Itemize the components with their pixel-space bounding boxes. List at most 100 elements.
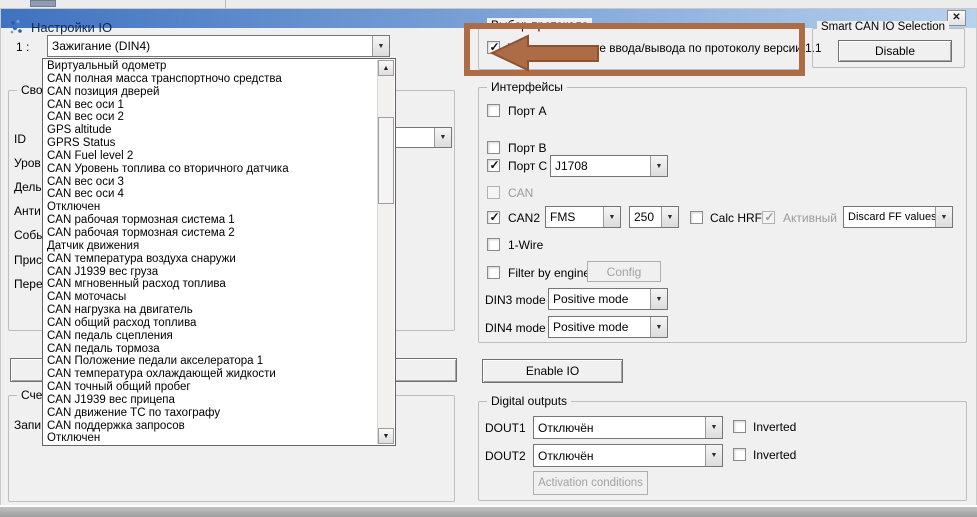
list-item[interactable]: CAN температура охлаждающей жидкости	[44, 368, 376, 381]
din3-mode-value: Positive mode	[549, 292, 650, 306]
list-item[interactable]: CAN вес оси 1	[44, 99, 376, 112]
list-item[interactable]: CAN J1939 вес прицепа	[44, 394, 376, 407]
list-item[interactable]: CAN моточасы	[44, 291, 376, 304]
app-icon	[10, 19, 28, 34]
list-item[interactable]: CAN педаль тормоза	[44, 343, 376, 356]
din4-mode-combobox[interactable]: Positive mode	[548, 316, 668, 338]
can2-protocol-value: FMS	[546, 210, 603, 224]
list-item[interactable]: CAN общий расход топлива	[44, 317, 376, 330]
list-item[interactable]: CAN точный общий пробег	[44, 381, 376, 394]
port-c-checkbox[interactable]	[487, 159, 500, 172]
list-item[interactable]: CAN педаль сцепления	[44, 330, 376, 343]
ff-values-combobox[interactable]: Discard FF values	[843, 206, 953, 228]
chevron-down-icon[interactable]	[650, 317, 667, 337]
dout2-value: Отключён	[534, 449, 705, 463]
list-item[interactable]: CAN поддержка запросов	[44, 420, 376, 433]
screen: Настройки IO ✕ Свой ID Уров Дель Анти Со…	[0, 0, 977, 517]
enable-io-button[interactable]: Enable IO	[482, 359, 623, 383]
chevron-down-icon[interactable]	[434, 128, 451, 147]
digital-outputs-caption: Digital outputs	[487, 394, 571, 408]
chevron-down-icon[interactable]	[650, 156, 667, 176]
chevron-down-icon[interactable]	[650, 289, 667, 309]
protocol-v11-checkbox[interactable]	[487, 41, 500, 54]
list-item[interactable]: CAN нагрузка на двигатель	[44, 304, 376, 317]
can-checkbox	[487, 186, 500, 199]
chevron-down-icon[interactable]	[705, 445, 722, 466]
list-item[interactable]: CAN вес оси 4	[44, 188, 376, 201]
can2-speed-value: 250	[630, 210, 661, 224]
chevron-down-icon[interactable]	[661, 207, 678, 227]
dout2-inverted-label: Inverted	[753, 448, 796, 462]
scroll-down-icon[interactable]	[378, 428, 394, 444]
field-label-id: ID	[14, 132, 26, 146]
list-item[interactable]: CAN мгновенный расход топлива	[44, 278, 376, 291]
port-b-label: Порт B	[508, 141, 547, 155]
dout2-inverted-checkbox[interactable]	[733, 448, 746, 461]
dout1-combobox[interactable]: Отключён	[533, 416, 723, 439]
dout2-combobox[interactable]: Отключён	[533, 444, 723, 467]
list-item[interactable]: CAN вес оси 2	[44, 111, 376, 124]
list-item[interactable]: CAN полная масса транспортночо средства	[44, 73, 376, 86]
calc-hrfc-checkbox[interactable]	[690, 211, 703, 224]
scroll-up-icon[interactable]	[378, 60, 394, 76]
active-checkbox	[762, 211, 775, 224]
activation-conditions-button: Activation conditions	[533, 471, 648, 495]
list-item[interactable]: CAN J1939 вес груза	[44, 266, 376, 279]
one-wire-label: 1-Wire	[508, 238, 543, 252]
list-item[interactable]: GPRS Status	[44, 137, 376, 150]
list-item[interactable]: GPS altitude	[44, 124, 376, 137]
dropdown-scrollbar[interactable]	[377, 60, 394, 444]
io-source-value: Зажигание (DIN4)	[48, 39, 372, 53]
field-label-event: Собы	[14, 228, 45, 242]
scrollbar-thumb[interactable]	[378, 117, 394, 204]
dout2-label: DOUT2	[485, 449, 526, 463]
list-item[interactable]: Отключен	[44, 201, 376, 214]
list-item[interactable]: CAN температура воздуха снаружи	[44, 253, 376, 266]
field-label-transmit: Пере	[14, 277, 43, 291]
list-item[interactable]: CAN рабочая тормозная система 2	[44, 227, 376, 240]
list-item[interactable]: CAN рабочая тормозная система 1	[44, 214, 376, 227]
dout1-inverted-label: Inverted	[753, 420, 796, 434]
list-item[interactable]: Отключен	[44, 432, 376, 444]
din3-mode-label: DIN3 mode	[485, 293, 546, 307]
list-item[interactable]: CAN вес оси 3	[44, 176, 376, 189]
io-source-combobox[interactable]: Зажигание (DIN4)	[47, 35, 390, 57]
din3-mode-combobox[interactable]: Positive mode	[548, 288, 668, 310]
din4-mode-label: DIN4 mode	[485, 321, 546, 335]
field-label-assign: Прис	[14, 253, 42, 267]
io-index-label: 1 :	[16, 40, 29, 54]
port-c-label: Порт C	[508, 159, 547, 173]
one-wire-checkbox[interactable]	[487, 238, 500, 251]
list-item[interactable]: CAN позиция дверей	[44, 86, 376, 99]
dout1-inverted-checkbox[interactable]	[733, 420, 746, 433]
can2-label: CAN2	[508, 211, 540, 225]
port-a-checkbox[interactable]	[487, 104, 500, 117]
port-b-checkbox[interactable]	[487, 141, 500, 154]
filter-by-engine-checkbox[interactable]	[487, 266, 500, 279]
filter-by-engine-label: Filter by engine	[508, 266, 590, 280]
ff-values-value: Discard FF values	[844, 211, 935, 223]
field-label-delta: Дель	[14, 180, 42, 194]
can2-protocol-combobox[interactable]: FMS	[545, 206, 621, 228]
io-source-dropdown-list: Виртуальный одометрCAN полная масса тран…	[42, 58, 396, 446]
chevron-down-icon[interactable]	[372, 36, 389, 56]
counter-record-label: Запи	[14, 418, 41, 432]
chevron-down-icon[interactable]	[603, 207, 620, 227]
port-a-label: Порт A	[508, 104, 547, 118]
dout1-label: DOUT1	[485, 421, 526, 435]
port-c-combobox[interactable]: J1708	[550, 155, 668, 177]
can2-checkbox[interactable]	[487, 211, 500, 224]
list-item[interactable]: CAN Положение педали акселератора 1	[44, 355, 376, 368]
list-item[interactable]: CAN Уровень топлива со вторичного датчик…	[44, 163, 376, 176]
can2-speed-combobox[interactable]: 250	[629, 206, 679, 228]
smart-can-disable-button[interactable]: Disable	[838, 40, 952, 62]
field-label-anti: Анти	[14, 204, 41, 218]
chevron-down-icon[interactable]	[705, 417, 722, 438]
list-item[interactable]: CAN движение ТС по тахографу	[44, 407, 376, 420]
interfaces-group-caption: Интерфейсы	[487, 80, 567, 94]
list-item[interactable]: Виртуальный одометр	[44, 60, 376, 73]
close-button[interactable]: ✕	[947, 10, 966, 26]
list-item[interactable]: CAN Fuel level 2	[44, 150, 376, 163]
chevron-down-icon[interactable]	[935, 207, 952, 227]
list-item[interactable]: Датчик движения	[44, 240, 376, 253]
